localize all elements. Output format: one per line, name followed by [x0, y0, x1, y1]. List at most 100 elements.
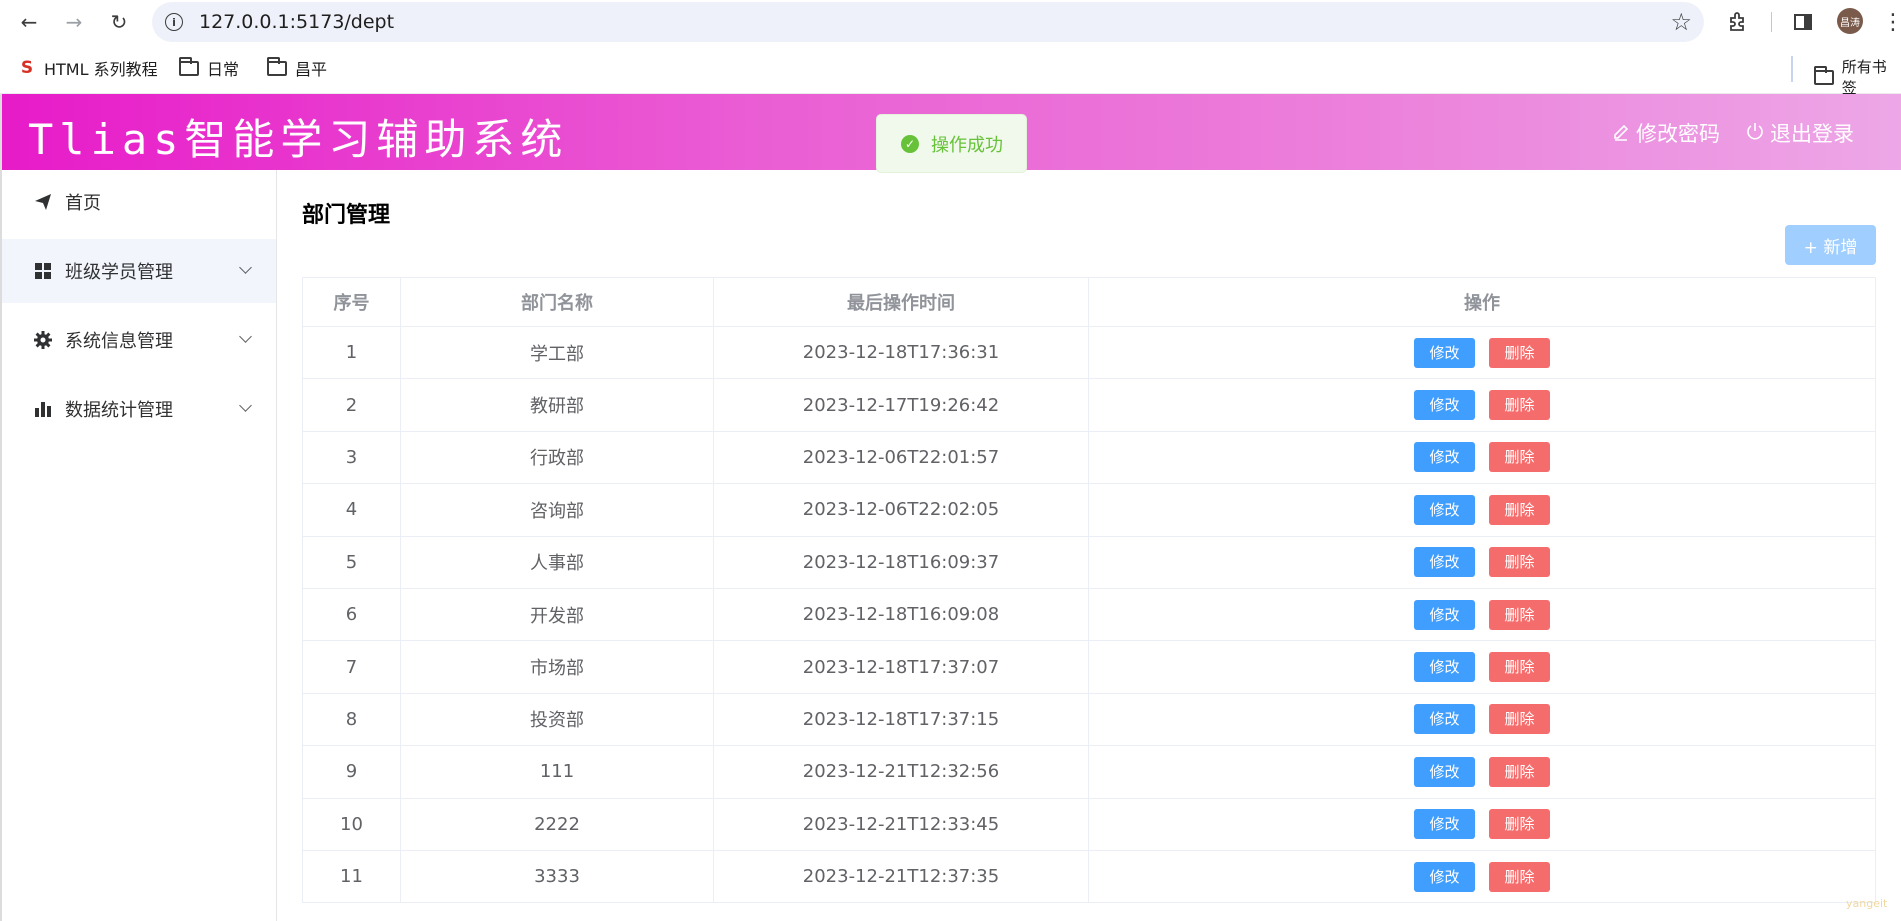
- bookmark-html-tutorial[interactable]: S HTML 系列教程: [18, 56, 158, 80]
- logout-link[interactable]: 退出登录: [1746, 118, 1854, 148]
- forward-arrow-icon[interactable]: →: [61, 9, 87, 35]
- all-bookmarks[interactable]: 所有书签: [1814, 56, 1901, 98]
- delete-button[interactable]: 删除: [1489, 652, 1550, 683]
- cell-dept-name: 学工部: [400, 325, 714, 380]
- table-row: 4 咨询部 2023-12-06T22:02:05 修改 删除: [302, 483, 1876, 537]
- edit-button[interactable]: 修改: [1414, 547, 1475, 578]
- bookmark-changping[interactable]: 昌平: [267, 56, 327, 80]
- edit-button[interactable]: 修改: [1414, 809, 1475, 840]
- bookmark-star-icon[interactable]: ☆: [1670, 8, 1692, 36]
- cell-dept-name: 2222: [400, 797, 714, 851]
- grid-icon: [33, 261, 53, 281]
- url-text[interactable]: 127.0.0.1:5173/dept: [199, 11, 394, 33]
- table-row: 5 人事部 2023-12-18T16:09:37 修改 删除: [302, 535, 1876, 589]
- delete-button[interactable]: 删除: [1489, 599, 1550, 630]
- cell-update-time: 2023-12-21T12:37:35: [713, 849, 1089, 904]
- sidebar-item-home[interactable]: 首页: [2, 170, 276, 234]
- bookmarks-divider: [1791, 56, 1793, 82]
- sidebar: 首页 班级学员管理 系统信息管理 数据统计管理: [2, 170, 277, 921]
- bookmarks-bar: S HTML 系列教程 日常 昌平 所有书签: [0, 44, 1901, 97]
- edit-pen-icon: [1612, 121, 1630, 146]
- edit-button[interactable]: 修改: [1414, 756, 1475, 787]
- delete-button[interactable]: 删除: [1489, 442, 1550, 473]
- cell-actions: 修改 删除: [1088, 587, 1876, 642]
- delete-button[interactable]: 删除: [1489, 390, 1550, 421]
- cell-index: 11: [302, 849, 401, 904]
- cell-index: 2: [302, 378, 401, 432]
- cell-update-time: 2023-12-18T16:09:08: [713, 587, 1089, 642]
- department-table: 序号 部门名称 最后操作时间 操作 1 学工部 2023-12-18T17:36:3…: [302, 277, 1876, 904]
- cell-actions: 修改 删除: [1088, 483, 1876, 537]
- cell-index: 9: [302, 745, 401, 799]
- add-button[interactable]: + 新增: [1785, 225, 1876, 265]
- cell-actions: 修改 删除: [1088, 692, 1876, 747]
- profile-avatar[interactable]: 昌涛: [1837, 8, 1863, 34]
- extensions-icon[interactable]: [1725, 9, 1751, 35]
- column-header-name: 部门名称: [400, 277, 714, 327]
- bookmark-label: HTML 系列教程: [44, 60, 158, 79]
- cell-update-time: 2023-12-06T22:01:57: [713, 430, 1089, 485]
- send-icon: [33, 192, 53, 212]
- delete-button[interactable]: 删除: [1489, 494, 1550, 525]
- cell-index: 3: [302, 430, 401, 485]
- table-row: 9 111 2023-12-21T12:32:56 修改 删除: [302, 745, 1876, 799]
- edit-button[interactable]: 修改: [1414, 652, 1475, 683]
- edit-button[interactable]: 修改: [1414, 442, 1475, 473]
- edit-button[interactable]: 修改: [1414, 599, 1475, 630]
- cell-actions: 修改 删除: [1088, 535, 1876, 589]
- change-password-link[interactable]: 修改密码: [1612, 118, 1720, 148]
- gear-icon: [33, 330, 53, 350]
- sidebar-item-system-info[interactable]: 系统信息管理: [2, 308, 276, 372]
- logout-label: 退出登录: [1770, 122, 1854, 146]
- success-toast: ✓ 操作成功: [876, 114, 1027, 173]
- chevron-down-icon: [239, 330, 252, 343]
- delete-button[interactable]: 删除: [1489, 756, 1550, 787]
- sidebar-item-class-student[interactable]: 班级学员管理: [2, 239, 276, 303]
- reload-icon[interactable]: ↻: [106, 9, 132, 35]
- site-info-icon[interactable]: i: [165, 13, 183, 31]
- bookmark-label: 昌平: [295, 60, 328, 79]
- side-panel-icon[interactable]: [1790, 9, 1816, 35]
- browser-menu-icon[interactable]: ⋮: [1880, 9, 1901, 35]
- cell-index: 6: [302, 587, 401, 642]
- delete-button[interactable]: 删除: [1489, 861, 1550, 892]
- column-header-actions: 操作: [1088, 277, 1876, 327]
- check-circle-icon: ✓: [901, 134, 919, 153]
- delete-button[interactable]: 删除: [1489, 704, 1550, 735]
- cell-actions: 修改 删除: [1088, 640, 1876, 694]
- edit-button[interactable]: 修改: [1414, 861, 1475, 892]
- cell-actions: 修改 删除: [1088, 378, 1876, 432]
- back-arrow-icon[interactable]: ←: [16, 9, 42, 35]
- app-title: Tlias智能学习辅助系统: [28, 115, 569, 164]
- cell-actions: 修改 删除: [1088, 325, 1876, 380]
- column-header-time: 最后操作时间: [713, 277, 1089, 327]
- cell-update-time: 2023-12-18T16:09:37: [713, 535, 1089, 589]
- edit-button[interactable]: 修改: [1414, 390, 1475, 421]
- bookmark-daily[interactable]: 日常: [179, 56, 239, 80]
- cell-actions: 修改 删除: [1088, 745, 1876, 799]
- bookmark-label: 所有书签: [1841, 58, 1887, 97]
- cell-index: 7: [302, 640, 401, 694]
- chevron-down-icon: [239, 261, 252, 274]
- browser-toolbar: ← → ↻ i 127.0.0.1:5173/dept ☆ 昌涛 ⋮: [0, 0, 1901, 44]
- power-icon: [1746, 121, 1764, 146]
- delete-button[interactable]: 删除: [1489, 547, 1550, 578]
- folder-icon: [1814, 65, 1834, 85]
- cell-dept-name: 行政部: [400, 430, 714, 485]
- delete-button[interactable]: 删除: [1489, 809, 1550, 840]
- table-row: 2 教研部 2023-12-17T19:26:42 修改 删除: [302, 378, 1876, 432]
- edit-button[interactable]: 修改: [1414, 704, 1475, 735]
- sidebar-item-statistics[interactable]: 数据统计管理: [2, 377, 276, 441]
- table-row: 1 学工部 2023-12-18T17:36:31 修改 删除: [302, 325, 1876, 380]
- cell-index: 10: [302, 797, 401, 851]
- cell-index: 4: [302, 483, 401, 537]
- sidebar-item-label: 班级学员管理: [65, 262, 173, 283]
- edit-button[interactable]: 修改: [1414, 494, 1475, 525]
- delete-button[interactable]: 删除: [1489, 337, 1550, 368]
- table-row: 3 行政部 2023-12-06T22:01:57 修改 删除: [302, 430, 1876, 485]
- edit-button[interactable]: 修改: [1414, 337, 1475, 368]
- address-bar[interactable]: i 127.0.0.1:5173/dept ☆: [152, 2, 1704, 42]
- cell-actions: 修改 删除: [1088, 849, 1876, 904]
- table-row: 8 投资部 2023-12-18T17:37:15 修改 删除: [302, 692, 1876, 747]
- cell-dept-name: 咨询部: [400, 483, 714, 537]
